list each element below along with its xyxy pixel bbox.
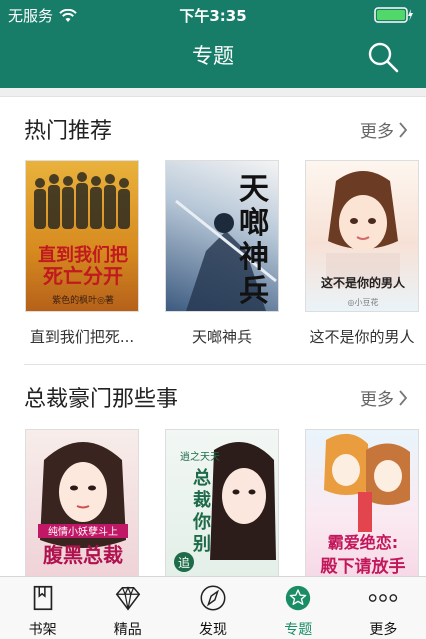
svg-text:天: 天 bbox=[239, 172, 269, 207]
book-item[interactable]: 天 啷 神 兵 天啷神兵 bbox=[165, 160, 279, 350]
book-row: 直到我们把 死亡分开 紫色的枫叶◎著 直到我们把死... 天 啷 神 兵 天啷神… bbox=[0, 160, 426, 350]
svg-text:兵: 兵 bbox=[239, 274, 269, 309]
search-icon[interactable] bbox=[366, 40, 400, 74]
status-bar: 无服务 下午3:35 bbox=[0, 0, 426, 30]
tab-topics[interactable]: 专题 bbox=[256, 577, 341, 639]
navigation-bar: 专题 bbox=[0, 30, 426, 88]
book-cover[interactable]: 霸爱绝恋: 殿下请放手 bbox=[305, 429, 419, 576]
book-cover-art: 天 啷 神 兵 bbox=[175, 172, 277, 311]
book-title: 直到我们把死... bbox=[29, 328, 135, 346]
svg-text:裁: 裁 bbox=[193, 489, 211, 511]
svg-text:纯情小妖孽斗上: 纯情小妖孽斗上 bbox=[48, 525, 118, 538]
cover-title-line2: 死亡分开 bbox=[43, 264, 123, 288]
tab-label: 书架 bbox=[28, 622, 57, 638]
svg-text:啷: 啷 bbox=[239, 206, 269, 241]
tab-bookshelf[interactable]: 书架 bbox=[0, 577, 85, 639]
section-hot: 热门推荐 更多 直到我们把 死亡分开 紫色的枫叶◎著 直到我们把死... 天 啷… bbox=[0, 96, 426, 365]
book-cover-art: 霸爱绝恋: 殿下请放手 bbox=[320, 433, 410, 576]
more-label: 更多 bbox=[360, 122, 394, 142]
svg-text:逍之天天: 逍之天天 bbox=[180, 450, 220, 463]
svg-text:你: 你 bbox=[192, 511, 211, 533]
tab-discover[interactable]: 发现 bbox=[170, 577, 255, 639]
section-gap bbox=[0, 88, 426, 96]
svg-text:殿下请放手: 殿下请放手 bbox=[320, 556, 406, 576]
section-header: 总裁豪门那些事 更多 bbox=[0, 365, 426, 429]
section-ceo: 总裁豪门那些事 更多 纯情小妖孽斗上 腹黑总裁 逍之天天 总 裁 你 别 追 霸… bbox=[0, 365, 426, 576]
battery-icon bbox=[374, 7, 413, 23]
book-cover-art: 这不是你的男人 ◎小豆花 bbox=[321, 171, 406, 307]
book-item[interactable]: 直到我们把 死亡分开 紫色的枫叶◎著 直到我们把死... bbox=[25, 160, 139, 350]
svg-text:神: 神 bbox=[239, 240, 269, 275]
bookshelf-icon bbox=[33, 585, 52, 611]
chevron-right-icon bbox=[399, 121, 408, 138]
book-cover[interactable]: 直到我们把 死亡分开 紫色的枫叶◎著 bbox=[25, 160, 139, 312]
svg-text:追: 追 bbox=[178, 555, 190, 570]
page-title: 专题 bbox=[192, 44, 234, 68]
book-cover-art: 逍之天天 总 裁 你 别 追 bbox=[174, 442, 276, 572]
header: 无服务 下午3:35 专题 bbox=[0, 0, 426, 88]
book-cover[interactable]: 逍之天天 总 裁 你 别 追 bbox=[165, 429, 279, 576]
book-item[interactable]: 这不是你的男人 ◎小豆花 这不是你的男人 bbox=[305, 160, 419, 350]
book-item[interactable]: 霸爱绝恋: 殿下请放手 bbox=[305, 429, 419, 576]
book-title: 天啷神兵 bbox=[191, 328, 252, 346]
section-header: 热门推荐 更多 bbox=[0, 96, 426, 160]
svg-text:霸爱绝恋:: 霸爱绝恋: bbox=[328, 533, 398, 552]
more-link[interactable]: 更多 bbox=[360, 117, 408, 142]
book-cover-art: 纯情小妖孽斗上 腹黑总裁 bbox=[38, 442, 128, 567]
svg-text:别: 别 bbox=[192, 534, 211, 555]
more-dots-icon bbox=[369, 594, 398, 602]
star-icon bbox=[286, 585, 311, 611]
book-title: 这不是你的男人 bbox=[309, 328, 415, 346]
svg-text:总: 总 bbox=[193, 467, 211, 489]
more-link[interactable]: 更多 bbox=[360, 385, 408, 410]
section-title: 总裁豪门那些事 bbox=[24, 387, 179, 412]
book-cover[interactable]: 纯情小妖孽斗上 腹黑总裁 bbox=[25, 429, 139, 576]
book-item[interactable]: 纯情小妖孽斗上 腹黑总裁 bbox=[25, 429, 139, 576]
svg-text:腹黑总裁: 腹黑总裁 bbox=[43, 543, 123, 567]
book-row: 纯情小妖孽斗上 腹黑总裁 逍之天天 总 裁 你 别 追 霸爱绝恋: 殿下请放手 bbox=[0, 429, 426, 576]
more-label: 更多 bbox=[360, 390, 394, 410]
book-item[interactable]: 逍之天天 总 裁 你 别 追 bbox=[165, 429, 279, 576]
chevron-right-icon bbox=[399, 389, 408, 406]
diamond-icon bbox=[115, 586, 141, 611]
app-screen: 无服务 下午3:35 专题 热门推荐 更多 直到我们把 死亡分开 紫色的枫叶◎著… bbox=[0, 0, 426, 639]
cover-author: 紫色的枫叶◎著 bbox=[52, 294, 114, 306]
tab-label: 更多 bbox=[369, 622, 398, 638]
book-cover[interactable]: 这不是你的男人 ◎小豆花 bbox=[305, 160, 419, 312]
tab-premium[interactable]: 精品 bbox=[85, 577, 170, 639]
tab-label: 发现 bbox=[199, 622, 227, 638]
cover-title-line1: 直到我们把 bbox=[38, 244, 128, 266]
content-scroll[interactable]: 热门推荐 更多 直到我们把 死亡分开 紫色的枫叶◎著 直到我们把死... 天 啷… bbox=[0, 88, 426, 576]
section-title: 热门推荐 bbox=[24, 119, 113, 144]
compass-icon bbox=[200, 585, 226, 611]
svg-text:◎小豆花: ◎小豆花 bbox=[348, 297, 379, 307]
tab-label: 专题 bbox=[284, 622, 313, 638]
book-cover-art: 直到我们把 死亡分开 紫色的枫叶◎著 bbox=[34, 172, 130, 306]
tab-label: 精品 bbox=[113, 622, 142, 638]
tab-more[interactable]: 更多 bbox=[341, 577, 426, 639]
tab-bar: 书架 精品 发现 专题 更多 bbox=[0, 576, 426, 639]
book-cover[interactable]: 天 啷 神 兵 bbox=[165, 160, 279, 312]
status-time: 下午3:35 bbox=[179, 7, 247, 25]
svg-text:这不是你的男人: 这不是你的男人 bbox=[321, 275, 406, 290]
